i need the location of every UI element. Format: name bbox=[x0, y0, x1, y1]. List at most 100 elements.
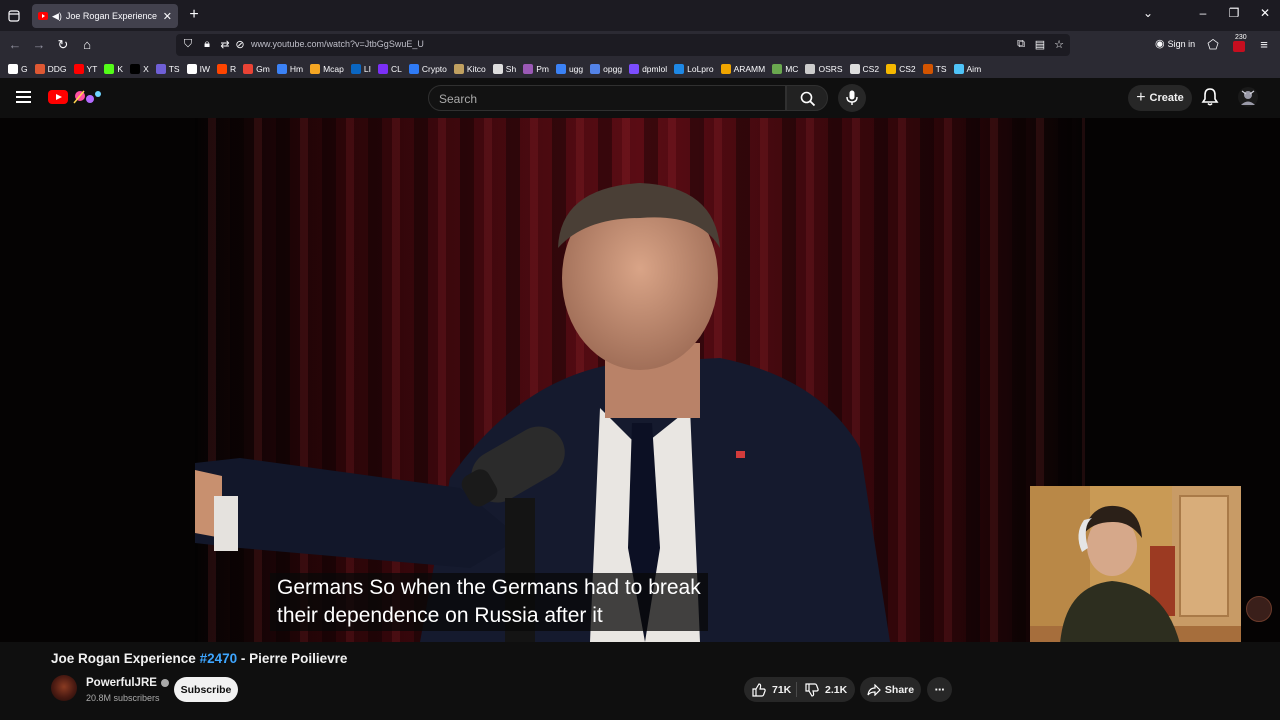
user-avatar-icon[interactable] bbox=[1237, 86, 1259, 108]
bookmark-item[interactable]: K bbox=[104, 63, 123, 74]
tab-list-button[interactable] bbox=[0, 2, 28, 30]
bookmark-favicon-icon bbox=[34, 63, 45, 74]
bookmark-item[interactable]: DDG bbox=[34, 63, 67, 74]
dislike-button[interactable]: 2.1K bbox=[801, 677, 855, 702]
bookmark-item[interactable]: Crypto bbox=[408, 63, 447, 74]
bookmark-favicon-icon bbox=[953, 63, 964, 74]
bookmark-item[interactable]: CL bbox=[377, 63, 402, 74]
tab-overflow-chevron-icon[interactable]: ⌄ bbox=[1139, 6, 1157, 20]
tab-close-icon[interactable]: ✕ bbox=[163, 10, 172, 23]
bookmark-item[interactable]: dpmlol bbox=[629, 63, 667, 74]
account-sign-in[interactable]: ◉ Sign in bbox=[1155, 37, 1195, 50]
shield-icon[interactable]: ⛉ bbox=[181, 38, 195, 51]
bookmark-favicon-icon bbox=[805, 63, 816, 74]
lock-icon[interactable]: 🔒︎ bbox=[200, 38, 214, 51]
bookmark-label: Pm bbox=[536, 63, 549, 74]
tab-title: Joe Rogan Experience #247 bbox=[65, 11, 159, 21]
url-bar[interactable]: ⛉ 🔒︎ ⇄ ⊘ www.youtube.com/watch?v=JtbGgSw… bbox=[176, 34, 1070, 56]
reload-icon[interactable]: ↻ bbox=[54, 36, 72, 54]
bookmark-item[interactable]: Pm bbox=[523, 63, 549, 74]
notifications-bell-icon[interactable] bbox=[1200, 87, 1220, 107]
bookmark-favicon-icon bbox=[922, 63, 933, 74]
bookmark-favicon-icon bbox=[720, 63, 731, 74]
bookmark-item[interactable]: CS2 bbox=[849, 63, 880, 74]
extension-badge-button[interactable]: 230 bbox=[1231, 34, 1247, 52]
bookmark-favicon-icon bbox=[130, 63, 141, 74]
back-arrow-icon[interactable]: ← bbox=[6, 36, 24, 54]
bookmark-item[interactable]: TS bbox=[922, 63, 947, 74]
bookmark-label: ARAMM bbox=[733, 63, 766, 74]
bookmark-item[interactable]: TS bbox=[155, 63, 180, 74]
bookmark-item[interactable]: ARAMM bbox=[720, 63, 766, 74]
channel-watermark-icon[interactable] bbox=[1246, 596, 1272, 622]
app-menu-icon[interactable]: ≡ bbox=[1255, 36, 1273, 54]
bookmark-favicon-icon bbox=[276, 63, 287, 74]
bookmark-star-icon[interactable]: ☆ bbox=[1052, 38, 1066, 51]
bookmark-favicon-icon bbox=[590, 63, 601, 74]
voice-search-button[interactable] bbox=[838, 84, 866, 112]
sign-in-label: Sign in bbox=[1167, 38, 1196, 49]
bookmark-label: X bbox=[143, 63, 149, 74]
browser-tab-active[interactable]: ◀) Joe Rogan Experience #247 ✕ bbox=[32, 4, 178, 28]
bookmark-item[interactable]: Sh bbox=[492, 63, 516, 74]
bookmark-item[interactable]: LI bbox=[350, 63, 371, 74]
channel-name-link[interactable]: PowerfulJRE bbox=[86, 677, 169, 689]
minimize-window-icon[interactable]: – bbox=[1194, 6, 1212, 20]
bookmark-favicon-icon bbox=[243, 63, 254, 74]
bookmark-item[interactable]: MC bbox=[772, 63, 798, 74]
channel-avatar[interactable] bbox=[51, 675, 77, 701]
like-button[interactable]: 71K bbox=[744, 677, 796, 702]
new-tab-button[interactable]: + bbox=[185, 5, 203, 25]
reader-view-icon[interactable]: ▤ bbox=[1033, 38, 1047, 51]
picture-in-picture-icon[interactable]: ⧉ bbox=[1014, 38, 1028, 51]
bookmark-item[interactable]: Mcap bbox=[310, 63, 344, 74]
bookmark-item[interactable]: CS2 bbox=[886, 63, 916, 74]
bookmark-label: CS2 bbox=[862, 63, 880, 74]
bookmark-item[interactable]: Kitco bbox=[453, 63, 486, 74]
close-window-icon[interactable]: ✕ bbox=[1256, 6, 1274, 20]
home-icon[interactable]: ⌂ bbox=[78, 36, 96, 54]
bookmark-item[interactable]: IW bbox=[186, 63, 210, 74]
bookmark-label: LoLpro bbox=[687, 63, 714, 74]
more-actions-icon[interactable]: ··· bbox=[927, 677, 952, 702]
bookmark-item[interactable]: LoLpro bbox=[674, 63, 714, 74]
create-button[interactable]: + Create bbox=[1128, 85, 1192, 111]
search-button[interactable] bbox=[786, 85, 828, 111]
autoplay-blocked-icon[interactable]: ⊘ bbox=[233, 38, 247, 51]
verified-badge-icon bbox=[160, 679, 169, 687]
caption-line-1: Germans So when the Germans had to break bbox=[277, 576, 701, 599]
bookmarks-bar: G DDG YT K X TS IW R Gm Hm Mcap LI CL Crypto Kitco Sh Pm… bbox=[0, 59, 1280, 78]
bookmark-label: Aim bbox=[966, 63, 982, 74]
restore-window-icon[interactable]: ❐ bbox=[1225, 6, 1243, 20]
bookmark-item[interactable]: ugg bbox=[555, 63, 583, 74]
permissions-icon[interactable]: ⇄ bbox=[218, 38, 232, 51]
bookmark-item[interactable]: G bbox=[8, 63, 28, 74]
hashtag-link[interactable]: #2470 bbox=[200, 651, 238, 666]
subscribe-button[interactable]: Subscribe bbox=[174, 677, 238, 702]
bookmark-item[interactable]: opgg bbox=[590, 63, 622, 74]
forward-arrow-icon[interactable]: → bbox=[30, 36, 48, 54]
bookmark-favicon-icon bbox=[886, 63, 897, 74]
youtube-logo-icon[interactable] bbox=[48, 90, 68, 104]
search-input[interactable]: Search bbox=[428, 85, 786, 111]
extensions-puzzle-icon[interactable]: ⬠ bbox=[1204, 36, 1222, 54]
youtube-favicon-icon bbox=[38, 12, 48, 20]
bookmark-label: TS bbox=[935, 63, 947, 74]
bookmark-item[interactable]: Gm bbox=[243, 63, 270, 74]
bookmark-item[interactable]: X bbox=[130, 63, 149, 74]
browser-nav-bar: ← → ↻ ⌂ ⛉ 🔒︎ ⇄ ⊘ www.youtube.com/watch?v… bbox=[0, 31, 1280, 59]
bookmark-item[interactable]: Aim bbox=[953, 63, 982, 74]
url-text[interactable]: www.youtube.com/watch?v=JtbGgSwuE_U bbox=[251, 39, 424, 49]
bookmark-item[interactable]: OSRS bbox=[805, 63, 843, 74]
video-player[interactable]: Germans So when the Germans had to break… bbox=[0, 118, 1280, 642]
extension-badge-count: 230 bbox=[1235, 34, 1247, 41]
share-button[interactable]: Share bbox=[860, 677, 921, 702]
hamburger-menu-icon[interactable] bbox=[16, 91, 31, 103]
bookmark-item[interactable]: R bbox=[217, 63, 236, 74]
video-title-suffix: - Pierre Poilievre bbox=[237, 651, 348, 666]
bookmark-favicon-icon bbox=[849, 63, 860, 74]
speaker-icon[interactable]: ◀) bbox=[52, 11, 62, 22]
bookmark-item[interactable]: Hm bbox=[276, 63, 303, 74]
youtube-doodle-icon[interactable] bbox=[70, 87, 106, 107]
bookmark-item[interactable]: YT bbox=[73, 63, 97, 74]
